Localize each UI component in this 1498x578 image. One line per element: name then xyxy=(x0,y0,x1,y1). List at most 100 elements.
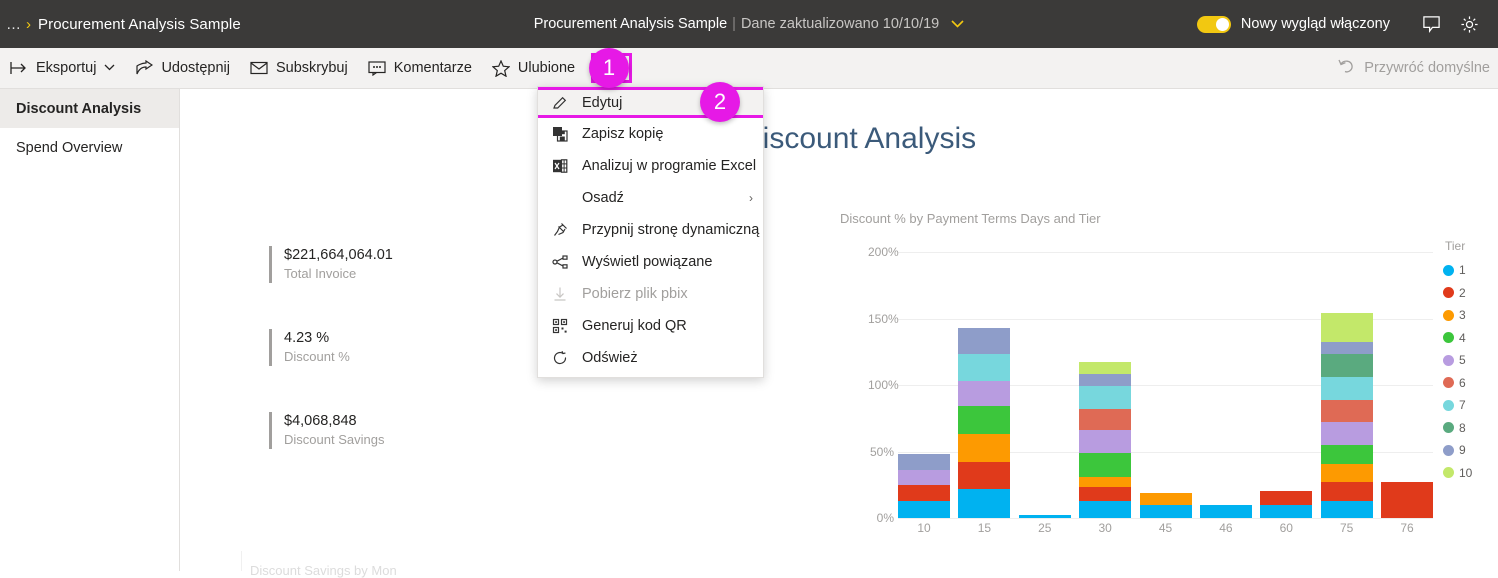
bar-column[interactable] xyxy=(1199,252,1252,518)
bar-segment[interactable] xyxy=(1320,500,1373,518)
bar-segment[interactable] xyxy=(1320,354,1373,378)
menu-item-od-wie[interactable]: Odśwież xyxy=(538,342,763,374)
chart-legend: Tier 1 2 3 4 5 6 7 8 9 10 xyxy=(1443,239,1498,484)
gear-icon[interactable] xyxy=(1450,5,1488,43)
bar-segment[interactable] xyxy=(1079,487,1132,501)
bar-segment[interactable] xyxy=(958,406,1011,435)
x-axis-tick-label: 76 xyxy=(1400,521,1414,535)
legend-item[interactable]: 8 xyxy=(1443,417,1498,440)
bar-segment[interactable] xyxy=(958,462,1011,489)
bar-segment[interactable] xyxy=(1079,408,1132,431)
bar-segment[interactable] xyxy=(898,484,950,501)
bar-segment[interactable] xyxy=(1320,399,1373,423)
legend-item[interactable]: 7 xyxy=(1443,394,1498,417)
toolbar-item-share[interactable]: Udostępnij xyxy=(125,48,240,89)
bar-segment[interactable] xyxy=(1320,482,1373,501)
toolbar-item-label: Ulubione xyxy=(517,60,576,76)
new-look-toggle[interactable] xyxy=(1196,15,1231,33)
bar-column[interactable] xyxy=(1018,252,1071,518)
bar-segment[interactable] xyxy=(1079,452,1132,477)
toolbar-item-label: Udostępnij xyxy=(161,60,230,76)
bar-segment[interactable] xyxy=(1320,313,1373,343)
toolbar-item-subscribe[interactable]: Subskrybuj xyxy=(240,48,358,89)
bar-segment[interactable] xyxy=(898,500,950,518)
menu-item-label: Pobierz plik pbix xyxy=(582,286,688,302)
breadcrumb-overflow[interactable]: … xyxy=(4,16,23,33)
bar-segment[interactable] xyxy=(1079,374,1132,387)
bar-segment[interactable] xyxy=(1018,515,1071,518)
bar-segment[interactable] xyxy=(958,381,1011,407)
comment-icon xyxy=(368,60,386,76)
legend-color-swatch xyxy=(1443,354,1454,366)
bar-segment[interactable] xyxy=(1079,430,1132,453)
legend-label: 1 xyxy=(1459,263,1466,278)
legend-item[interactable]: 4 xyxy=(1443,327,1498,350)
pin-icon xyxy=(550,222,570,238)
comment-icon[interactable] xyxy=(1412,5,1450,43)
bar-column[interactable] xyxy=(1260,252,1313,518)
kpi-label: Discount Savings xyxy=(284,432,385,447)
callout-badge-1: 1 xyxy=(589,48,629,88)
bar-segment[interactable] xyxy=(1320,377,1373,400)
legend-item[interactable]: 10 xyxy=(1443,462,1498,485)
chart-x-axis: 10 15 25 30 45 46 60 75 76 xyxy=(898,521,1433,541)
bar-segment[interactable] xyxy=(1381,482,1433,518)
bar-segment[interactable] xyxy=(1079,500,1132,518)
kpi-card-total-invoice[interactable]: $221,664,064.01 Total Invoice xyxy=(269,246,393,283)
bar-segment[interactable] xyxy=(1320,463,1373,483)
toolbar-item-comments[interactable]: Komentarze xyxy=(358,48,482,89)
menu-item-zapisz-kopi[interactable]: Zapisz kopię xyxy=(538,118,763,150)
menu-item-analizuj-w-programie-excel[interactable]: Analizuj w programie Excel xyxy=(538,150,763,182)
report-page-nav: Discount Analysis Spend Overview xyxy=(0,89,180,571)
legend-item[interactable]: 2 xyxy=(1443,282,1498,305)
sidebar-item-discount-analysis[interactable]: Discount Analysis xyxy=(0,89,179,128)
bar-column[interactable] xyxy=(1381,252,1433,518)
menu-item-wy-wietl-powi-zane[interactable]: Wyświetl powiązane xyxy=(538,246,763,278)
bar-segment[interactable] xyxy=(1079,386,1132,409)
bar-segment[interactable] xyxy=(1139,492,1192,505)
bar-column[interactable] xyxy=(898,252,950,518)
toolbar-item-favorites[interactable]: Ulubione xyxy=(482,48,585,89)
legend-item[interactable]: 3 xyxy=(1443,304,1498,327)
legend-item[interactable]: 1 xyxy=(1443,259,1498,282)
bar-segment[interactable] xyxy=(1320,342,1373,355)
bar-segment[interactable] xyxy=(898,470,950,485)
bar-segment[interactable] xyxy=(1320,444,1373,464)
bar-segment[interactable] xyxy=(1079,476,1132,488)
bar-segment[interactable] xyxy=(898,454,950,471)
reset-to-default-button[interactable]: Przywróć domyślne xyxy=(1338,58,1490,78)
bar-column[interactable] xyxy=(1139,252,1192,518)
legend-label: 10 xyxy=(1459,465,1473,480)
chevron-down-icon[interactable] xyxy=(951,17,964,31)
menu-item-label: Odśwież xyxy=(582,350,638,366)
bar-column[interactable] xyxy=(958,252,1011,518)
bar-column[interactable] xyxy=(1079,252,1132,518)
kpi-card-discount-pct[interactable]: 4.23 % Discount % xyxy=(269,329,350,366)
title-separator: | xyxy=(732,16,736,32)
bar-segment[interactable] xyxy=(1199,504,1252,518)
sidebar-item-spend-overview[interactable]: Spend Overview xyxy=(0,128,179,167)
bar-segment[interactable] xyxy=(958,488,1011,518)
menu-item-osad[interactable]: Osadź › xyxy=(538,182,763,214)
bar-segment[interactable] xyxy=(958,434,1011,463)
toolbar-item-export[interactable]: Eksportuj xyxy=(0,48,125,89)
bar-segment[interactable] xyxy=(1139,504,1192,518)
legend-item[interactable]: 5 xyxy=(1443,349,1498,372)
chart-tile-discount-by-payment-terms[interactable]: Discount % by Payment Terms Days and Tie… xyxy=(821,203,1498,553)
bar-column[interactable] xyxy=(1320,252,1373,518)
bar-segment[interactable] xyxy=(1260,504,1313,518)
bar-segment[interactable] xyxy=(1079,362,1132,375)
legend-item[interactable]: 9 xyxy=(1443,439,1498,462)
menu-item-przypnij-stron-dynamiczn[interactable]: Przypnij stronę dynamiczną xyxy=(538,214,763,246)
kpi-card-discount-savings[interactable]: $4,068,848 Discount Savings xyxy=(269,412,384,449)
menu-item-generuj-kod-qr[interactable]: Generuj kod QR xyxy=(538,310,763,342)
breadcrumb-title[interactable]: Procurement Analysis Sample xyxy=(38,16,241,33)
menu-item-pobierz-plik-pbix: Pobierz plik pbix xyxy=(538,278,763,310)
bar-segment[interactable] xyxy=(1260,491,1313,505)
kpi-label: Discount % xyxy=(284,349,350,364)
legend-item[interactable]: 6 xyxy=(1443,372,1498,395)
bar-segment[interactable] xyxy=(1320,422,1373,445)
kpi-value: $4,068,848 xyxy=(284,413,357,429)
bar-segment[interactable] xyxy=(958,327,1011,355)
bar-segment[interactable] xyxy=(958,354,1011,382)
